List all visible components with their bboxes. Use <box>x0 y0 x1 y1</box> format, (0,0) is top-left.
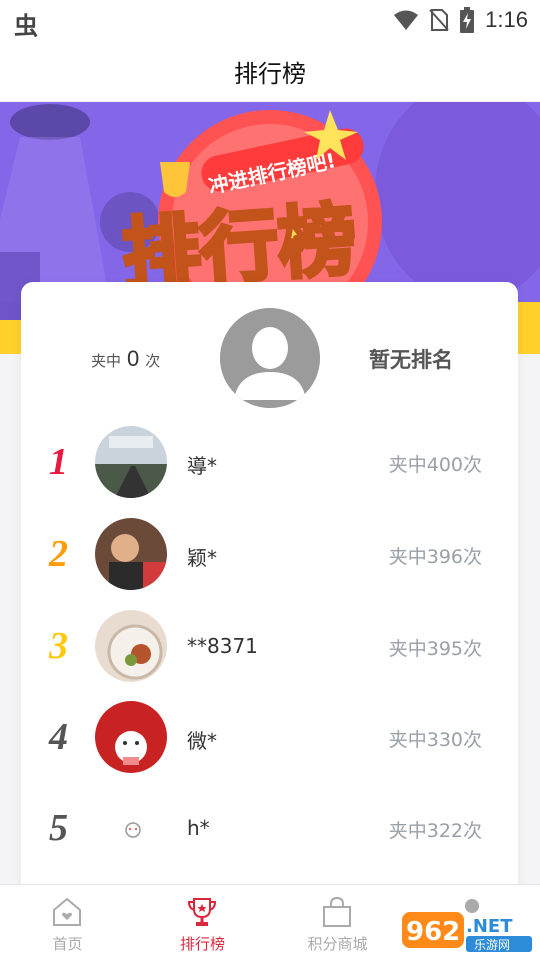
my-catch-count: 夹中 0 次 <box>91 346 160 372</box>
leaderboard-card: 夹中 0 次 暂无排名 1 導* 夹中400次 2 颖* 夹中396次 3 **… <box>21 282 518 922</box>
user-name: 微* <box>187 729 217 753</box>
rank-row-1[interactable]: 1 導* 夹中400次 <box>21 422 518 502</box>
wifi-icon <box>394 10 419 30</box>
user-name: **8371 <box>187 634 258 658</box>
rank-number: 1 <box>49 441 68 483</box>
catch-count: 夹中322次 <box>388 820 482 842</box>
user-avatar <box>95 610 167 682</box>
home-icon <box>53 897 81 926</box>
nav-ranking-label: 排行榜 <box>179 935 225 953</box>
rank-number: 3 <box>49 625 68 667</box>
user-name: 導* <box>187 454 217 478</box>
app-header: 排行榜 <box>0 40 540 102</box>
svg-text:乐游网: 乐游网 <box>474 938 510 952</box>
nav-home-label: 首页 <box>52 935 83 953</box>
clock: 1:16 <box>485 7 528 32</box>
user-avatar <box>95 518 167 590</box>
my-rank: 暂无排名 <box>369 348 453 372</box>
app-notification-icon: 虫 <box>14 12 38 40</box>
catch-count: 夹中396次 <box>388 546 482 568</box>
user-name: 颖* <box>187 546 217 570</box>
catch-count: 夹中395次 <box>388 638 482 660</box>
page-title: 排行榜 <box>234 60 306 88</box>
my-count-suffix: 次 <box>145 352 161 370</box>
rank-number: 4 <box>49 716 68 758</box>
battery-charging-icon <box>460 7 475 33</box>
catch-count: 夹中400次 <box>388 454 482 476</box>
nav-points-mall[interactable]: 积分商城 <box>270 885 405 960</box>
nav-ranking[interactable]: 排行榜 <box>135 885 270 960</box>
user-avatar <box>95 701 167 773</box>
rank-row-5[interactable]: 5 h* 夹中322次 <box>21 788 518 868</box>
user-avatar <box>95 426 167 498</box>
nav-points-mall-label: 积分商城 <box>307 935 368 953</box>
trophy-icon <box>187 898 217 926</box>
rank-row-2[interactable]: 2 颖* 夹中396次 <box>21 514 518 594</box>
user-name: h* <box>187 816 210 840</box>
shopping-bag-icon <box>323 896 351 927</box>
rank-number: 2 <box>49 533 68 575</box>
svg-text:962: 962 <box>406 917 460 947</box>
user-avatar <box>95 792 167 864</box>
rank-number: 5 <box>49 807 68 849</box>
rank-row-4[interactable]: 4 微* 夹中330次 <box>21 697 518 777</box>
rank-row-3[interactable]: 3 **8371 夹中395次 <box>21 606 518 686</box>
my-count-value: 0 <box>127 346 140 371</box>
nav-home[interactable]: 首页 <box>0 885 135 960</box>
my-avatar[interactable] <box>220 308 320 408</box>
my-count-prefix: 夹中 <box>91 352 122 370</box>
svg-text:.NET: .NET <box>466 916 513 937</box>
catch-count: 夹中330次 <box>388 729 482 751</box>
status-icons: 1:16 <box>393 6 528 34</box>
no-sim-icon <box>429 9 449 31</box>
default-avatar-icon <box>220 308 320 408</box>
site-watermark-logo: 962 .NET 乐游网 <box>402 912 532 952</box>
status-bar: 虫 1:16 <box>0 0 540 40</box>
